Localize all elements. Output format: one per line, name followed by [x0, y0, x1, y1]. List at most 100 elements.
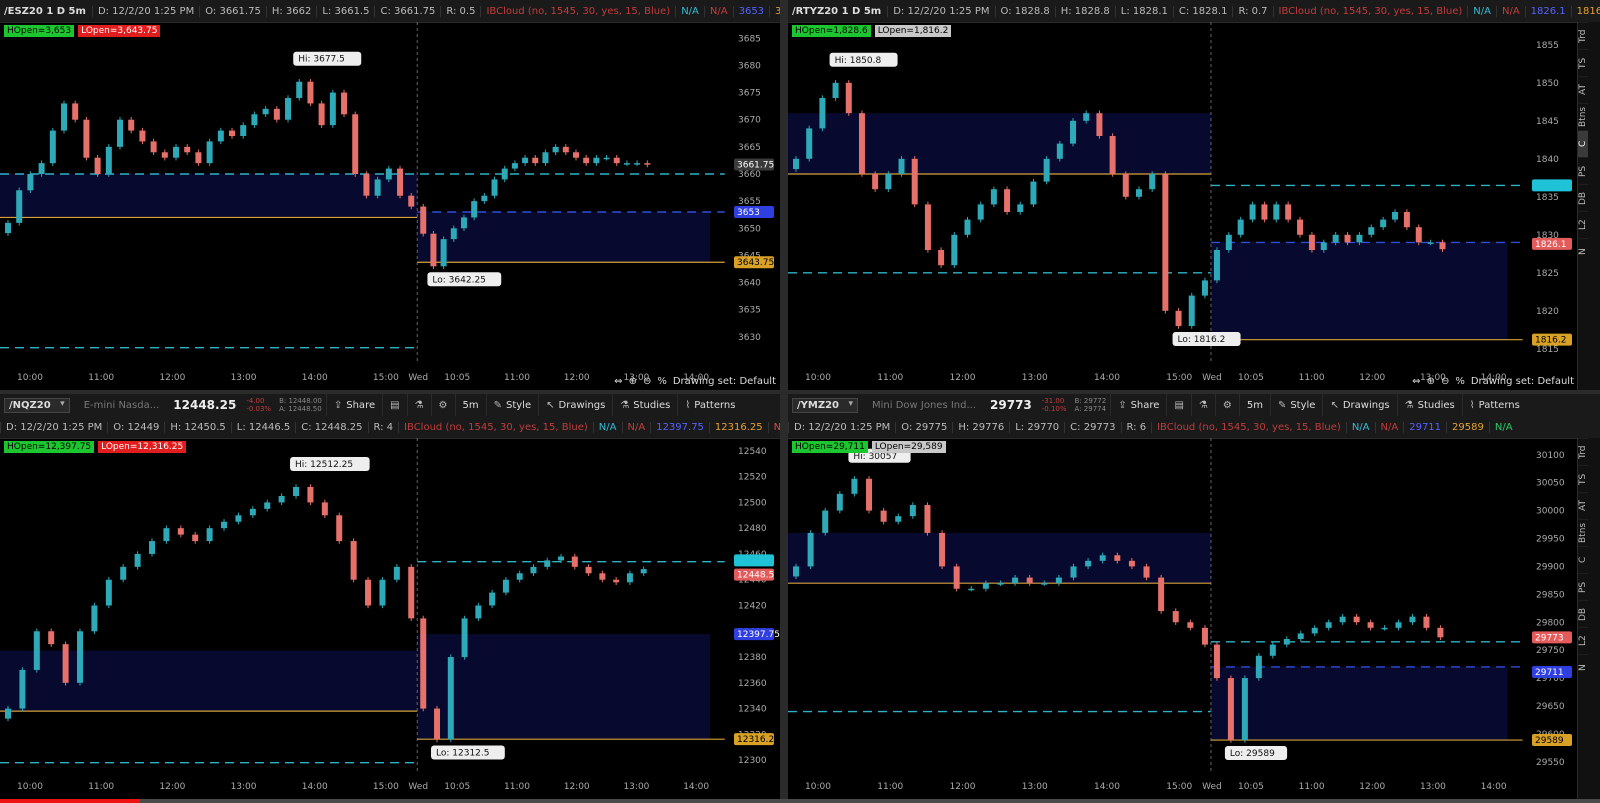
candle-body [264, 502, 271, 509]
patterns-button[interactable]: ⌇ Patterns [1461, 394, 1527, 416]
side-tab-n[interactable]: N [1578, 654, 1588, 681]
drawing-set-label[interactable]: Drawing set: Default [673, 376, 776, 387]
drawings-button[interactable]: ↖ Drawings [538, 394, 612, 416]
price-axis[interactable]: 1815182018251830183518401845185018551836… [1532, 41, 1572, 355]
side-tab-c[interactable]: C [1578, 546, 1588, 573]
drawings-button[interactable]: ↖ Drawings [1322, 394, 1396, 416]
chart-data-row: D: 12/2/20 1:25 PM O: 12449 H: 12450.5 L: 1… [0, 416, 780, 439]
studies-button[interactable]: ⚗ Studies [1396, 394, 1462, 416]
candle-body [626, 573, 633, 583]
time-axis[interactable]: 10:00 11:00 12:00 13:00 14:00 15:00 Wed 10:05 11… [17, 782, 709, 792]
percent-icon[interactable]: % [1455, 376, 1465, 387]
time-axis[interactable]: 10:00 11:00 12:00 13:00 14:00 15:00 Wed 10:05 11… [17, 373, 709, 383]
candle-body [27, 174, 34, 191]
crosshair-icon[interactable]: ⊕ [1427, 376, 1435, 387]
price-tag: 3643.75 [734, 256, 774, 269]
candle-body [819, 98, 826, 129]
side-tab-l2[interactable]: L2 [1578, 627, 1588, 654]
side-tab-at[interactable]: AT [1578, 76, 1588, 103]
chart-header: /RTYZ20 1 D 5m D: 12/2/20 1:25 PM O: 1828.… [788, 0, 1600, 23]
notebook-icon[interactable]: ▤ [382, 394, 406, 416]
notebook-icon-icon: ▤ [390, 399, 400, 411]
pan-icon[interactable]: ⇔ [614, 376, 622, 387]
candle-body [1409, 616, 1416, 623]
drawing-set-label[interactable]: Drawing set: Default [1471, 376, 1574, 387]
patterns-button[interactable]: ⌇ Patterns [677, 394, 742, 416]
share-button-label: Share [1130, 399, 1160, 411]
candle-body [94, 157, 101, 174]
candle-body [363, 174, 370, 196]
header-field: 3643.75 [769, 5, 780, 17]
notebook-icon[interactable]: ▤ [1166, 394, 1190, 416]
side-tab-at[interactable]: AT [1578, 492, 1588, 519]
side-tab-ps[interactable]: PS [1578, 573, 1588, 600]
side-tab-n[interactable]: N [1578, 238, 1588, 265]
y-tick-label: 29950 [1536, 535, 1565, 545]
style-button[interactable]: ✎ Style [1269, 394, 1323, 416]
price-axis[interactable]: 1230012320123401236012380124001242012440… [734, 447, 780, 766]
side-tab-db[interactable]: DB [1578, 184, 1588, 211]
x-tick-label: Wed [408, 782, 428, 792]
percent-icon[interactable]: % [657, 376, 667, 387]
price-chart[interactable]: Hi: 12512.25Lo: 12312.512300123201234012… [0, 438, 780, 799]
x-tick-label: 11:00 [1299, 373, 1325, 383]
interval-selector[interactable]: 5m [454, 394, 486, 416]
symbol-selector[interactable]: /RTYZ20 1 D 5m [788, 6, 887, 17]
candle-body [898, 158, 905, 174]
price-tag: 1836.5 [1532, 179, 1572, 192]
price-chart[interactable]: Hi: 1850.8Lo: 1816.218151820182518301835… [788, 22, 1600, 390]
price-axis[interactable]: 2955029600296502970029750298002985029900… [1532, 451, 1572, 768]
share-button[interactable]: ⇪ Share [325, 394, 382, 416]
x-tick-label: 14:00 [1094, 373, 1120, 383]
side-tab-trd[interactable]: Trd [1578, 438, 1588, 465]
symbol-selector[interactable]: /NQZ20 [4, 397, 70, 413]
video-progress-bar[interactable] [0, 799, 1600, 803]
zoom-icon[interactable]: ⊖ [1441, 376, 1449, 387]
flask-icon[interactable]: ⚗ [406, 394, 431, 416]
side-tab-db[interactable]: DB [1578, 600, 1588, 627]
candle-body [16, 190, 23, 223]
candle-body [1149, 174, 1156, 190]
studies-button[interactable]: ⚗ Studies [612, 394, 677, 416]
interval-selector-label: 5m [462, 399, 479, 411]
candle-body [48, 631, 55, 645]
interval-selector-label: 5m [1246, 399, 1263, 411]
price-axis[interactable]: 3630363536403645365036553660366536703675… [734, 34, 774, 343]
candle-body [1187, 622, 1194, 628]
candle-body [1325, 622, 1332, 628]
price-chart[interactable]: Hi: 3677.5Lo: 3642.253630363536403645365… [0, 22, 780, 390]
gear-icon[interactable]: ⚙ [430, 394, 455, 416]
symbol-selector[interactable]: /ESZ20 1 D 5m [0, 6, 92, 17]
candle-body [217, 130, 224, 142]
time-axis[interactable]: 10:00 11:00 12:00 13:00 14:00 15:00 Wed 10:05 11… [805, 782, 1507, 792]
price-chart[interactable]: Hi: 30057Lo: 295892955029600296502970029… [788, 438, 1600, 799]
candle-body [571, 556, 578, 567]
share-button[interactable]: ⇪ Share [1110, 394, 1166, 416]
side-tab-ts[interactable]: TS [1578, 49, 1588, 76]
side-tab-ps[interactable]: PS [1578, 157, 1588, 184]
side-tab-btns[interactable]: Btns [1578, 519, 1588, 546]
patterns-button-label: Patterns [1478, 399, 1520, 411]
candle-body [352, 114, 359, 174]
time-axis[interactable]: 10:00 11:00 12:00 13:00 14:00 15:00 Wed 10:05 11… [805, 373, 1507, 383]
candle-body [19, 669, 26, 709]
side-tab-ts[interactable]: TS [1578, 465, 1588, 492]
symbol-selector[interactable]: /YMZ20 [792, 397, 859, 413]
zoom-icon[interactable]: ⊖ [643, 376, 651, 387]
gear-icon[interactable]: ⚙ [1214, 394, 1239, 416]
crosshair-icon[interactable]: ⊕ [629, 376, 637, 387]
header-field: H: 1828.8 [1054, 5, 1115, 17]
header-field: N/A [675, 5, 704, 17]
side-panel-tabs: Trd TS AT Btns C PS DB L2 N [1577, 438, 1600, 799]
interval-selector[interactable]: 5m [1238, 394, 1270, 416]
side-tab-c[interactable]: C [1578, 130, 1588, 157]
side-tab-btns[interactable]: Btns [1578, 103, 1588, 130]
pan-icon[interactable]: ⇔ [1412, 376, 1420, 387]
side-tab-trd[interactable]: Trd [1578, 22, 1588, 49]
side-tab-l2[interactable]: L2 [1578, 211, 1588, 238]
header-field: 29711 [1403, 421, 1446, 433]
vertical-divider[interactable] [780, 0, 788, 803]
style-button[interactable]: ✎ Style [485, 394, 539, 416]
flask-icon[interactable]: ⚗ [1190, 394, 1215, 416]
candle-body [33, 631, 40, 670]
